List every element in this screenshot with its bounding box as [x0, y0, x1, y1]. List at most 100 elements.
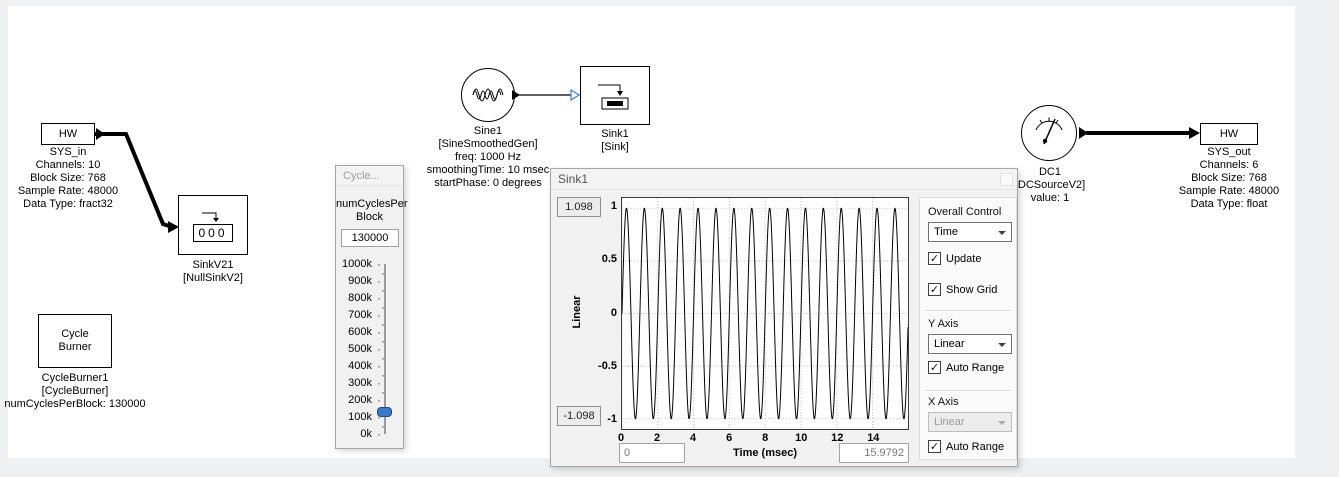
- slider-scale-label: 500k: [338, 343, 372, 355]
- sys-in-detail: Sample Rate: 48000: [0, 185, 136, 198]
- y-tick-label: -0.5: [595, 360, 617, 373]
- sys-out-detail: Block Size: 768: [1161, 172, 1297, 185]
- sine1-caption: Sine1 [SineSmoothedGen] freq: 1000 Hz sm…: [418, 125, 558, 190]
- cycle-burner-name: CycleBurner1: [0, 372, 150, 385]
- y-axis-group-label: Y Axis: [928, 318, 958, 330]
- sink1-caption: Sink1 [Sink]: [580, 128, 650, 154]
- checkbox-label: Auto Range: [946, 362, 1004, 374]
- sys-in-caption: SYS_in Channels: 10 Block Size: 768 Samp…: [0, 146, 136, 211]
- null-sink-digits: 000: [193, 224, 232, 242]
- x-max-box[interactable]: 15.9792: [839, 443, 909, 463]
- sys-in-detail: Data Type: fract32: [0, 198, 136, 211]
- sine1-detail: startPhase: 0 degrees: [418, 177, 558, 190]
- block-sys-in[interactable]: HW: [41, 123, 95, 145]
- sys-in-detail: Channels: 10: [0, 159, 136, 172]
- block-sinkv21[interactable]: 000: [178, 195, 248, 255]
- slider-scale-label: 600k: [338, 326, 372, 338]
- scope-control-panel: Overall Control Time Update Show Grid Y …: [919, 197, 1017, 460]
- checkbox-label: Update: [946, 253, 981, 265]
- sink1-window-titlebar[interactable]: Sink1: [551, 169, 1017, 190]
- checkmark-icon: [928, 440, 941, 453]
- x-axis-group-label: X Axis: [928, 396, 959, 408]
- x-axis-dropdown: Linear: [928, 412, 1012, 432]
- sine-plot: [622, 198, 908, 429]
- sys-in-detail: Block Size: 768: [0, 172, 136, 185]
- block-cycle-burner[interactable]: Cycle Burner: [38, 314, 112, 368]
- y-tick-label: 1: [595, 200, 617, 213]
- sys-out-detail: Channels: 6: [1161, 159, 1297, 172]
- divider: [925, 310, 1011, 311]
- chevron-down-icon: [998, 343, 1006, 347]
- dc1-detail: value: 1: [1005, 192, 1095, 205]
- cycle-burner-caption: CycleBurner1 [CycleBurner] numCyclesPerB…: [0, 372, 150, 411]
- slider-scale-label: 0k: [338, 428, 372, 440]
- sink1-type: [Sink]: [580, 141, 650, 154]
- sinkv21-name: SinkV21: [163, 259, 263, 272]
- divider: [925, 390, 1011, 391]
- sys-out-name: SYS_out: [1161, 146, 1297, 159]
- sine1-detail: freq: 1000 Hz: [418, 151, 558, 164]
- chevron-down-icon: [998, 231, 1006, 235]
- cycles-slider[interactable]: 1000k··900k··800k··700k··600k··500k··400…: [336, 166, 403, 448]
- update-checkbox[interactable]: Update: [928, 252, 981, 265]
- cycle-burner-detail: numCyclesPerBlock: 130000: [0, 398, 150, 411]
- slider-scale-label: 800k: [338, 292, 372, 304]
- dc1-caption: DC1 [DCSourceV2] value: 1: [1005, 166, 1095, 205]
- cycle-burner-window[interactable]: Cycle... numCyclesPer Block 130000 1000k…: [335, 165, 404, 449]
- sys-out-hw-label: HW: [1220, 128, 1238, 141]
- block-sys-out[interactable]: HW: [1200, 123, 1258, 145]
- chevron-down-icon: [998, 421, 1006, 425]
- sink1-window-title: Sink1: [558, 172, 588, 186]
- block-dc1[interactable]: [1021, 105, 1077, 161]
- x-tick-label: 8: [753, 432, 777, 445]
- sine1-detail: smoothingTime: 10 msec: [418, 164, 558, 177]
- sinkv21-caption: SinkV21 [NullSinkV2]: [163, 259, 263, 285]
- sine1-type: [SineSmoothedGen]: [418, 138, 558, 151]
- sine-wave-icon: [471, 82, 505, 108]
- plot-area[interactable]: [621, 197, 909, 430]
- overall-control-dropdown[interactable]: Time: [928, 222, 1012, 242]
- slider-thumb[interactable]: [377, 407, 392, 417]
- y-tick-label: 0: [595, 307, 617, 320]
- checkbox-label: Show Grid: [946, 284, 997, 296]
- sink1-window[interactable]: Sink1 1.098 -1.098 Linear 10.50-0.5-1 02…: [550, 168, 1018, 467]
- dropdown-value: Linear: [934, 416, 965, 428]
- titlebar-button[interactable]: [1000, 173, 1013, 186]
- sys-in-name: SYS_in: [0, 146, 136, 159]
- slider-scale-label: 1000k: [338, 258, 372, 270]
- y-auto-range-checkbox[interactable]: Auto Range: [928, 361, 1004, 374]
- sys-out-detail: Data Type: float: [1161, 198, 1297, 211]
- y-axis-dropdown[interactable]: Linear: [928, 334, 1012, 354]
- sink-arrow-icon: [201, 209, 225, 222]
- slider-scale-label: 900k: [338, 275, 372, 287]
- cycle-burner-label: Cycle: [61, 328, 89, 341]
- show-grid-checkbox[interactable]: Show Grid: [928, 283, 997, 296]
- y-tick-label: 0.5: [595, 253, 617, 266]
- meter-gauge-icon: [1027, 111, 1071, 155]
- cycle-burner-type: [CycleBurner]: [0, 385, 150, 398]
- dropdown-value: Linear: [934, 338, 965, 350]
- slider-scale-label: 100k: [338, 411, 372, 423]
- sys-in-hw-label: HW: [59, 128, 77, 141]
- cycle-burner-label: Burner: [58, 341, 91, 354]
- x-min-box[interactable]: 0: [619, 443, 685, 463]
- sys-out-caption: SYS_out Channels: 6 Block Size: 768 Samp…: [1161, 146, 1297, 211]
- dropdown-value: Time: [934, 226, 958, 238]
- block-sink1[interactable]: [580, 66, 650, 125]
- slider-scale-label: 300k: [338, 377, 372, 389]
- sink1-name: Sink1: [580, 128, 650, 141]
- sys-out-detail: Sample Rate: 48000: [1161, 185, 1297, 198]
- checkmark-icon: [928, 283, 941, 296]
- dc1-type: [DCSourceV2]: [1005, 179, 1095, 192]
- checkmark-icon: [928, 252, 941, 265]
- block-sine1[interactable]: [461, 68, 515, 122]
- checkmark-icon: [928, 361, 941, 374]
- checkbox-label: Auto Range: [946, 441, 1004, 453]
- sinkv21-type: [NullSinkV2]: [163, 272, 263, 285]
- x-tick-label: 6: [717, 432, 741, 445]
- slider-scale-label: 200k: [338, 394, 372, 406]
- dc1-name: DC1: [1005, 166, 1095, 179]
- slider-major-tick: ·: [377, 431, 381, 437]
- x-auto-range-checkbox[interactable]: Auto Range: [928, 440, 1004, 453]
- y-axis-title: Linear: [571, 282, 583, 342]
